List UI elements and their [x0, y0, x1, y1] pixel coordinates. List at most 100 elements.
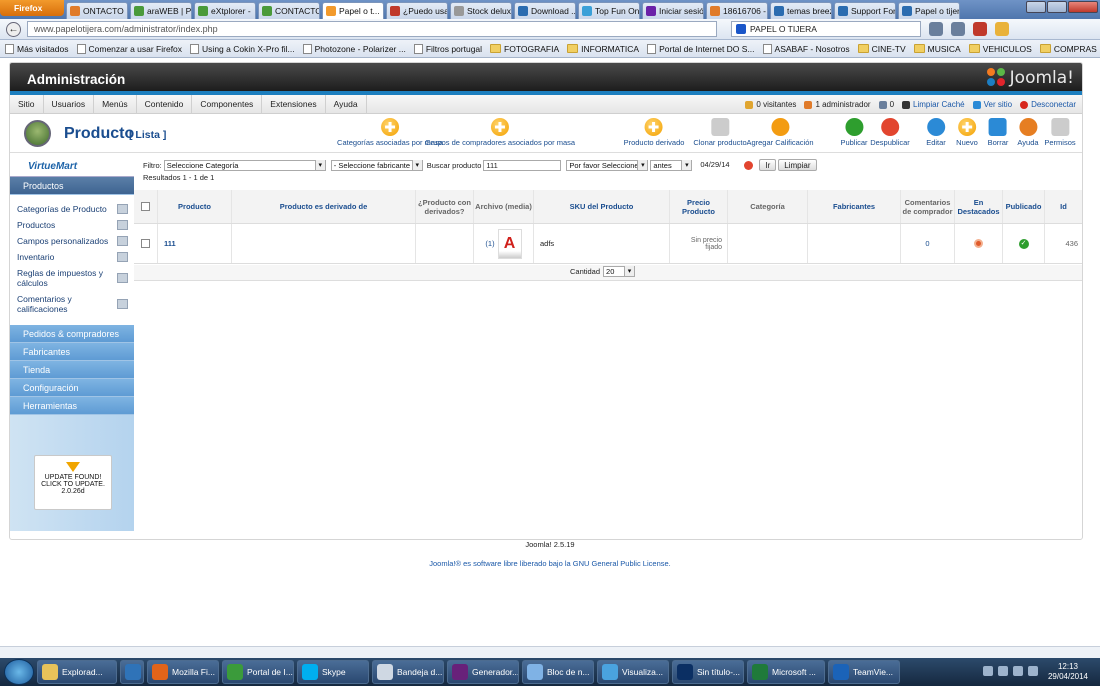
date-comparison-select[interactable]: antes [650, 159, 693, 171]
bookmark-item[interactable]: Using a Cokin X-Pro fil... [190, 43, 295, 54]
clear-cache-link[interactable]: Limpiar Caché [902, 100, 965, 109]
system-clock[interactable]: 12:13 29/04/2014 [1048, 662, 1088, 682]
header-id[interactable]: Id [1045, 190, 1082, 223]
sidebar-item[interactable]: Productos [10, 217, 134, 233]
header-parent[interactable]: Producto es derivado de [232, 190, 416, 223]
toolbar-button[interactable]: Borrar [988, 118, 1008, 147]
sidebar-section-productos[interactable]: Productos [10, 177, 134, 195]
toolbar-button[interactable]: Grupos de compradores asociados por masa [425, 118, 575, 147]
browser-tab[interactable]: ¿Puedo usar... [386, 2, 448, 19]
admin-menu-item[interactable]: Usuarios [44, 94, 95, 114]
admin-menu-item[interactable]: Ayuda [326, 94, 367, 114]
media-count[interactable]: (1) [485, 239, 494, 248]
taskbar-item[interactable]: Explorad... [37, 660, 117, 684]
sidebar-section[interactable]: Herramientas [10, 397, 134, 415]
select-all-checkbox[interactable] [141, 202, 150, 211]
taskbar-item[interactable]: Bandeja d... [372, 660, 444, 684]
browser-tab[interactable]: Stock deluxe [450, 2, 512, 19]
header-price[interactable]: Precio Producto [670, 190, 728, 223]
sidebar-item[interactable]: Campos personalizados [10, 233, 134, 249]
toolbar-button[interactable]: Producto derivado [624, 118, 684, 147]
taskbar-item[interactable]: Visualiza... [597, 660, 669, 684]
pdf-file-icon[interactable]: A [497, 228, 522, 259]
browser-tab[interactable]: eXtplorer - [194, 2, 256, 19]
toolbar-button[interactable]: Ayuda [1017, 118, 1039, 147]
admin-menu-item[interactable]: Contenido [137, 94, 193, 114]
bookmark-item[interactable]: INFORMATICA [567, 44, 639, 54]
row-checkbox[interactable] [141, 239, 150, 248]
tray-icon[interactable] [1013, 666, 1023, 676]
toolbar-button[interactable]: Clonar producto [693, 118, 747, 147]
bookmark-item[interactable]: Filtros portugal [413, 43, 482, 54]
sidebar-section[interactable]: Pedidos & compradores [10, 325, 134, 343]
header-sku[interactable]: SKU del Producto [534, 190, 670, 223]
taskbar-item[interactable]: Microsoft ... [747, 660, 825, 684]
sidebar-item[interactable]: Categorías de Producto [10, 201, 134, 217]
tray-icon[interactable] [983, 666, 993, 676]
sidebar-item[interactable]: Inventario [10, 249, 134, 265]
header-product[interactable]: Producto [158, 190, 232, 223]
taskbar-item[interactable]: Generador... [447, 660, 519, 684]
minimize-button[interactable] [1026, 1, 1046, 13]
category-select[interactable]: Seleccione Categoría [163, 159, 326, 171]
browser-tab[interactable]: Download ... [514, 2, 576, 19]
manufacturer-select[interactable]: - Seleccione fabricante - [330, 159, 423, 171]
sidebar-section[interactable]: Configuración [10, 379, 134, 397]
browser-tab[interactable]: temas breez... [770, 2, 832, 19]
header-featured[interactable]: En Destacados [955, 190, 1003, 223]
browser-tab[interactable]: Top Fun On... [578, 2, 640, 19]
messages-status[interactable]: 0 [878, 100, 894, 109]
gpl-link[interactable]: GNU General Public License. [573, 559, 671, 568]
browser-tab[interactable]: Support For... [834, 2, 896, 19]
product-name-link[interactable]: 111 [158, 224, 232, 263]
browser-tab[interactable]: 18616706 - ... [706, 2, 768, 19]
reviews-count[interactable]: 0 [901, 224, 955, 263]
admin-menu-item[interactable]: Extensiones [262, 94, 326, 114]
bookmark-item[interactable]: ASABAF - Nosotros [762, 43, 850, 54]
browser-tab[interactable]: araWEB | Pr... [130, 2, 192, 19]
go-button[interactable]: Ir [759, 159, 777, 171]
clear-date-icon[interactable] [744, 160, 754, 170]
volume-icon[interactable] [1028, 666, 1038, 676]
home-icon[interactable] [951, 22, 965, 36]
toolbar-button[interactable]: Nuevo [956, 118, 978, 147]
taskbar-item[interactable]: Sin título-... [672, 660, 744, 684]
sidebar-section[interactable]: Tienda [10, 361, 134, 379]
date-filter-select[interactable]: Por favor Seleccione [566, 159, 649, 171]
bookmark-item[interactable]: Más visitados [5, 43, 69, 54]
taskbar-item[interactable]: TeamVie... [828, 660, 900, 684]
published-check-icon[interactable]: ✓ [1018, 238, 1029, 249]
taskbar-item[interactable]: Mozilla Fi... [147, 660, 219, 684]
sidebar-item[interactable]: Reglas de impuestos y cálculos [10, 265, 134, 291]
download-icon[interactable] [929, 22, 943, 36]
back-arrow-icon[interactable]: ← [6, 21, 21, 37]
sidebar-section[interactable]: Fabricantes [10, 343, 134, 361]
browser-tab[interactable]: ONTACTO [66, 2, 128, 19]
bookmark-item[interactable]: CINE-TV [857, 44, 906, 54]
sidebar-item[interactable]: Comentarios y calificaciones [10, 291, 134, 317]
toolbar-button[interactable]: Despublicar [870, 118, 910, 147]
bookmark-item[interactable]: MUSICA [913, 44, 961, 54]
addon-icon[interactable] [973, 22, 987, 36]
header-manufacturer[interactable]: Fabricantes [808, 190, 901, 223]
maximize-button[interactable] [1047, 1, 1067, 13]
bookmark-item[interactable]: Comenzar a usar Firefox [76, 43, 182, 54]
tray-icon[interactable] [998, 666, 1008, 676]
bookmark-item[interactable]: Portal de Internet DO S... [647, 43, 755, 54]
start-button[interactable] [4, 659, 34, 685]
toolbar-button[interactable]: Editar [926, 118, 946, 147]
address-bar[interactable]: www.papelotijera.com/administrator/index… [27, 21, 717, 37]
search-product-input[interactable]: 111 [483, 159, 562, 171]
taskbar-item[interactable]: Skype [297, 660, 369, 684]
pagination-limit-select[interactable]: 20 [603, 266, 636, 277]
toolbar-extension-icon[interactable] [995, 22, 1009, 36]
admin-menu-item[interactable]: Menús [94, 94, 137, 114]
toolbar-button[interactable]: Publicar [840, 118, 868, 147]
view-site-link[interactable]: Ver sitio [972, 100, 1012, 109]
bookmark-item[interactable]: Photozone - Polarizer ... [302, 43, 406, 54]
bookmark-item[interactable]: FOTOGRAFIA [490, 44, 559, 54]
close-window-button[interactable] [1068, 1, 1098, 13]
browser-tab[interactable]: Iniciar sesió... [642, 2, 704, 19]
bookmark-item[interactable]: COMPRAS [1039, 44, 1097, 54]
firefox-menu-button[interactable]: Firefox [0, 0, 64, 16]
